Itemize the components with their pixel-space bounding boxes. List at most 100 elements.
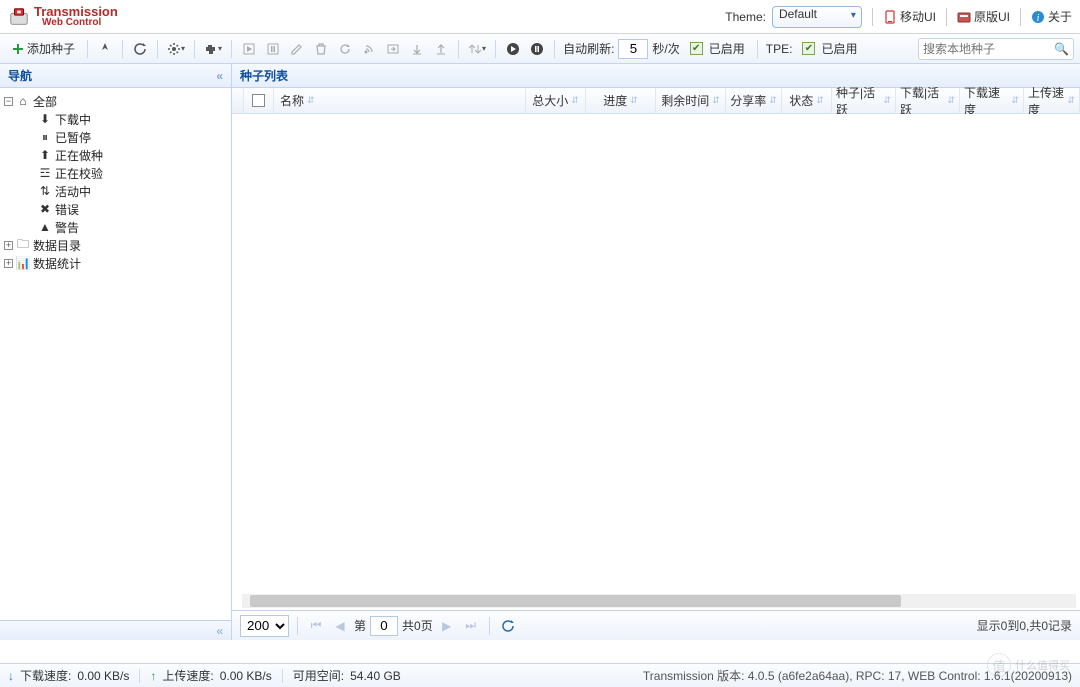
col-peers[interactable]: 下载|活跃⇵ <box>896 88 960 113</box>
launch-button[interactable] <box>94 38 116 60</box>
refresh-button[interactable] <box>129 38 151 60</box>
prev-page-button[interactable]: ◀ <box>330 616 350 636</box>
error-icon: ✖ <box>38 202 52 216</box>
original-ui-link[interactable]: 原版UI <box>957 8 1010 25</box>
status-ul-label: 上传速度: <box>162 667 213 684</box>
first-page-button[interactable]: ⏮ <box>306 616 326 636</box>
collapse-left-icon[interactable]: « <box>216 69 223 83</box>
tracker-button[interactable] <box>358 38 380 60</box>
tree-node-error[interactable]: ✖错误 <box>4 200 227 218</box>
start-button[interactable] <box>238 38 260 60</box>
check-icon: ✔ <box>802 42 815 55</box>
search-input[interactable] <box>923 42 1054 56</box>
next-page-button[interactable]: ▶ <box>437 616 457 636</box>
status-free-value: 54.40 GB <box>350 669 401 683</box>
col-dl-speed[interactable]: 下载速度⇵ <box>960 88 1024 113</box>
about-link[interactable]: i 关于 <box>1031 8 1072 25</box>
page-input[interactable] <box>370 616 398 636</box>
verify-icon: ☲ <box>38 166 52 180</box>
svg-text:i: i <box>1037 13 1040 24</box>
settings-button[interactable]: ▾ <box>164 38 188 60</box>
move-button[interactable] <box>382 38 404 60</box>
app-subtitle: Web Control <box>42 18 118 28</box>
status-free-label: 可用空间: <box>293 667 344 684</box>
tree-node-paused[interactable]: ⏸已暂停 <box>4 128 227 146</box>
tree-node-all[interactable]: −⌂全部 <box>4 92 227 110</box>
status-dl-label: 下载速度: <box>20 667 71 684</box>
tree-node-warning[interactable]: ▲警告 <box>4 218 227 236</box>
tree-node-data-dir[interactable]: +🗀数据目录 <box>4 236 227 254</box>
col-remaining[interactable]: 剩余时间⇵ <box>656 88 726 113</box>
status-dl-value: 0.00 KB/s <box>77 669 129 683</box>
separator <box>1020 8 1021 26</box>
tree-node-active[interactable]: ⇅活动中 <box>4 182 227 200</box>
transmission-icon <box>8 6 30 28</box>
mobile-ui-link[interactable]: 移动UI <box>883 8 936 25</box>
collapse-icon[interactable]: − <box>4 97 13 106</box>
version-text: Transmission 版本: 4.0.5 (a6fe2a64aa), RPC… <box>643 667 1072 684</box>
start-all-button[interactable] <box>502 38 524 60</box>
col-name[interactable]: 名称⇵ <box>274 88 526 113</box>
delete-button[interactable] <box>310 38 332 60</box>
active-icon: ⇅ <box>38 184 52 198</box>
download-arrow-icon: ↓ <box>8 669 14 683</box>
page-size-select[interactable]: 200 <box>240 615 289 637</box>
content-panel: 种子列表 名称⇵ 总大小⇵ 进度⇵ 剩余时间⇵ 分享率⇵ 状态⇵ 种子|活跃⇵ … <box>232 64 1080 640</box>
col-ul-speed[interactable]: 上传速度⇵ <box>1024 88 1080 113</box>
upload-icon: ⬆ <box>38 148 52 162</box>
pause-all-button[interactable] <box>526 38 548 60</box>
grid-header: 名称⇵ 总大小⇵ 进度⇵ 剩余时间⇵ 分享率⇵ 状态⇵ 种子|活跃⇵ 下载|活跃… <box>232 88 1080 114</box>
expand-icon[interactable]: + <box>4 241 13 250</box>
folder-icon: 🗀 <box>16 238 30 252</box>
queue-button[interactable]: ▾ <box>465 38 489 60</box>
grid-title: 种子列表 <box>232 64 1080 88</box>
last-page-button[interactable]: ⏭ <box>461 616 481 636</box>
tree-node-seeding[interactable]: ⬆正在做种 <box>4 146 227 164</box>
plus-icon <box>12 43 24 55</box>
limit-up-button[interactable] <box>430 38 452 60</box>
pause-icon: ⏸ <box>38 130 52 144</box>
original-ui-icon <box>957 10 971 24</box>
tree-node-downloading[interactable]: ⬇下载中 <box>4 110 227 128</box>
limit-speed-button[interactable] <box>406 38 428 60</box>
reload-button[interactable] <box>498 616 518 636</box>
auto-refresh-input[interactable] <box>618 39 648 59</box>
horizontal-scrollbar[interactable] <box>242 594 1076 608</box>
separator <box>872 8 873 26</box>
mobile-icon <box>883 10 897 24</box>
col-seeds[interactable]: 种子|活跃⇵ <box>832 88 896 113</box>
pause-button[interactable] <box>262 38 284 60</box>
nav-tree: −⌂全部 ⬇下载中 ⏸已暂停 ⬆正在做种 ☲正在校验 ⇅活动中 ✖错误 ▲警告 … <box>0 88 231 276</box>
tree-node-stats[interactable]: +📊数据统计 <box>4 254 227 272</box>
check-icon: ✔ <box>690 42 703 55</box>
edit-button[interactable] <box>286 38 308 60</box>
add-torrent-button[interactable]: 添加种子 <box>6 38 81 60</box>
col-ratio[interactable]: 分享率⇵ <box>726 88 782 113</box>
nav-collapse-bar[interactable]: « <box>0 620 231 640</box>
download-icon: ⬇ <box>38 112 52 126</box>
stats-icon: 📊 <box>16 256 30 270</box>
col-progress[interactable]: 进度⇵ <box>586 88 656 113</box>
status-bar: ↓ 下载速度: 0.00 KB/s ↑ 上传速度: 0.00 KB/s 可用空间… <box>0 663 1080 687</box>
app-logo: Transmission Web Control <box>8 5 118 28</box>
search-icon: 🔍 <box>1054 42 1069 56</box>
theme-select[interactable]: Default <box>772 6 862 28</box>
grid-body <box>232 114 1080 610</box>
search-box[interactable]: 🔍 <box>918 38 1074 60</box>
col-checkbox[interactable] <box>244 88 274 113</box>
col-status[interactable]: 状态⇵ <box>782 88 832 113</box>
theme-label: Theme: <box>725 10 766 24</box>
status-ul-value: 0.00 KB/s <box>220 669 272 683</box>
app-header: Transmission Web Control Theme: Default … <box>0 0 1080 34</box>
recheck-button[interactable] <box>334 38 356 60</box>
auto-refresh-toggle[interactable]: ✔已启用 <box>684 38 751 60</box>
tpe-toggle[interactable]: ✔已启用 <box>796 38 863 60</box>
tree-node-checking[interactable]: ☲正在校验 <box>4 164 227 182</box>
expand-icon[interactable]: + <box>4 259 13 268</box>
warning-icon: ▲ <box>38 220 52 234</box>
auto-refresh-unit: 秒/次 <box>650 40 681 57</box>
plugins-button[interactable]: ▾ <box>201 38 225 60</box>
home-icon: ⌂ <box>16 94 30 108</box>
col-totalsize[interactable]: 总大小⇵ <box>526 88 586 113</box>
nav-title: 导航 « <box>0 64 231 88</box>
